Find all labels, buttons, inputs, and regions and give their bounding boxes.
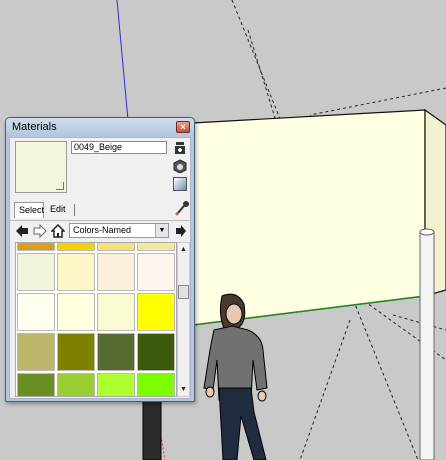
tab-divider <box>74 204 75 216</box>
color-swatch[interactable] <box>97 333 135 371</box>
back-arrow-icon[interactable] <box>15 224 29 238</box>
materials-window[interactable]: Materials × 0049_Beige Select Edit Color… <box>5 117 195 402</box>
color-swatch[interactable] <box>137 243 175 251</box>
color-swatch[interactable] <box>57 243 95 251</box>
default-material-icon[interactable] <box>173 177 187 191</box>
tab-select[interactable]: Select <box>14 202 44 218</box>
window-title: Materials <box>12 121 57 133</box>
color-swatch[interactable] <box>17 333 55 371</box>
white-post[interactable] <box>419 231 435 460</box>
display-in-model-icon[interactable] <box>173 141 187 155</box>
person-hand <box>257 390 267 402</box>
color-swatch[interactable] <box>57 373 95 396</box>
create-material-icon[interactable] <box>173 159 187 173</box>
library-select[interactable]: Colors-Named ▼ <box>69 223 169 238</box>
color-swatch[interactable] <box>137 293 175 331</box>
details-arrow-icon[interactable] <box>175 224 187 238</box>
color-swatch[interactable] <box>97 293 135 331</box>
color-swatch[interactable] <box>97 373 135 396</box>
eyedropper-icon[interactable] <box>175 200 189 216</box>
color-swatch[interactable] <box>97 243 135 251</box>
material-name-field[interactable]: 0049_Beige <box>71 141 167 154</box>
close-button[interactable]: × <box>176 121 190 133</box>
title-bar[interactable]: Materials × <box>6 118 194 136</box>
material-preview[interactable] <box>15 141 67 193</box>
color-swatch[interactable] <box>17 293 55 331</box>
box-front-face[interactable] <box>192 109 426 326</box>
person-hand <box>205 386 215 398</box>
color-swatch[interactable] <box>97 253 135 291</box>
color-swatch[interactable] <box>137 373 175 396</box>
color-swatch[interactable] <box>17 253 55 291</box>
chevron-down-icon[interactable]: ▼ <box>155 224 168 237</box>
color-swatch[interactable] <box>57 293 95 331</box>
scroll-up-icon[interactable]: ▲ <box>178 244 189 255</box>
person-face <box>225 303 243 325</box>
scroll-thumb[interactable] <box>178 285 189 299</box>
swatch-grid[interactable] <box>15 242 177 397</box>
navigation-row: Colors-Named ▼ <box>10 220 192 240</box>
color-swatch[interactable] <box>17 373 55 396</box>
post-top <box>419 228 435 236</box>
materials-panel: 0049_Beige Select Edit Colors-Named ▼ ▲ … <box>9 137 192 399</box>
library-select-value: Colors-Named <box>73 225 132 235</box>
tab-edit[interactable]: Edit <box>46 202 72 218</box>
home-icon[interactable] <box>51 224 65 238</box>
forward-arrow-icon[interactable] <box>33 224 47 238</box>
color-swatch[interactable] <box>57 253 95 291</box>
scrollbar[interactable]: ▲ ▼ <box>177 242 190 397</box>
color-swatch[interactable] <box>137 253 175 291</box>
color-swatch[interactable] <box>17 243 55 251</box>
preview-corner-icon <box>56 182 64 190</box>
color-swatch[interactable] <box>57 333 95 371</box>
color-swatch[interactable] <box>137 333 175 371</box>
dark-pillar[interactable] <box>142 397 162 460</box>
scroll-down-icon[interactable]: ▼ <box>178 384 189 395</box>
